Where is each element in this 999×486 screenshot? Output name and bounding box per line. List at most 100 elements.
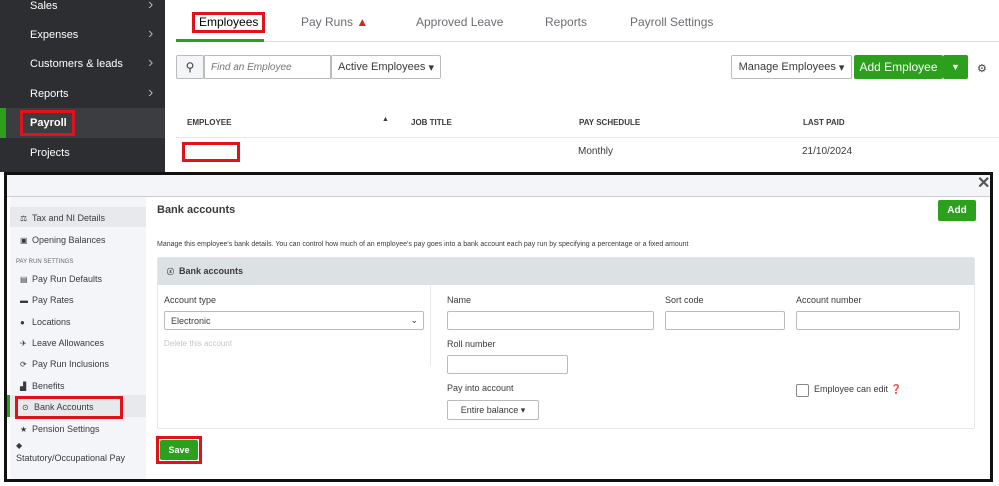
highlight-box <box>192 12 265 33</box>
roll-number-input[interactable] <box>447 355 568 374</box>
col-job-title[interactable]: JOB TITLE <box>411 118 452 127</box>
sort-code-input[interactable] <box>665 311 785 330</box>
add-employee-button[interactable]: Add Employee <box>854 55 943 79</box>
nav-reports[interactable]: Reports <box>30 88 69 100</box>
sidebar-item-pay-run-defaults[interactable]: ▤ Pay Run Defaults <box>20 274 102 284</box>
highlight-box <box>20 110 75 136</box>
wallet-icon: ▣ <box>20 236 28 245</box>
chevron-right-icon: › <box>148 0 154 13</box>
highlight-box <box>182 142 240 162</box>
tab-reports[interactable]: Reports <box>545 15 587 29</box>
chevron-down-icon: ⌄ <box>410 315 418 325</box>
select-value: Electronic <box>171 316 211 326</box>
tab-approved-leave[interactable]: Approved Leave <box>416 15 503 29</box>
checkbox-label: Employee can edit <box>814 384 889 394</box>
item-label: Pension Settings <box>32 424 100 434</box>
chart-icon: ▟ <box>20 382 27 391</box>
item-label: Benefits <box>32 381 65 391</box>
gear-icon[interactable]: ⚙ <box>977 62 987 75</box>
nav-expenses[interactable]: Expenses <box>30 29 78 41</box>
highlight-box <box>15 396 123 419</box>
sidebar-item-statutory[interactable]: ◆ Statutory/Occupational Pay <box>16 440 136 464</box>
pay-into-label: Pay into account <box>447 383 514 393</box>
tag-icon: ◆ <box>16 441 23 450</box>
item-label: Pay Rates <box>32 295 74 305</box>
tab-payroll-settings[interactable]: Payroll Settings <box>630 15 713 29</box>
modal-header <box>7 175 990 197</box>
cell-pay-schedule: Monthly <box>578 146 614 157</box>
close-icon[interactable]: ✕ <box>977 173 990 193</box>
panel-title: ⓢ Bank accounts <box>167 266 243 277</box>
cell-last-paid: 21/10/2024 <box>802 146 853 157</box>
filter-label: Active Employees <box>337 61 426 73</box>
nav-projects[interactable]: Projects <box>30 147 70 159</box>
name-input[interactable] <box>447 311 654 330</box>
employee-can-edit-checkbox[interactable] <box>796 384 809 397</box>
item-label: Leave Allowances <box>32 338 105 348</box>
add-button[interactable]: Add <box>938 200 976 221</box>
nav-customers[interactable]: Customers & leads <box>30 58 123 70</box>
refresh-icon: ⟳ <box>20 360 27 369</box>
account-type-select[interactable]: Electronic ⌄ <box>164 311 424 330</box>
sort-code-label: Sort code <box>665 295 704 305</box>
sidebar-item-opening-balances[interactable]: ▣ Opening Balances <box>20 235 106 245</box>
active-tab-underline <box>176 39 264 42</box>
bank-icon: ⓢ <box>167 269 174 276</box>
modal-title: Bank accounts <box>157 204 236 216</box>
active-employees-filter[interactable]: Active Employees ▾ <box>331 55 441 79</box>
column-divider <box>430 286 431 366</box>
search-input[interactable] <box>204 55 331 79</box>
sidebar-item-locations[interactable]: ● Locations <box>20 317 71 327</box>
manage-employees-button[interactable]: Manage Employees ▾ <box>731 55 852 79</box>
item-label: Tax and NI Details <box>32 213 106 223</box>
col-pay-schedule[interactable]: PAY SCHEDULE <box>579 118 640 127</box>
tab-label: Pay Runs <box>301 15 354 29</box>
add-employee-dropdown[interactable]: ▼ <box>943 55 968 79</box>
nav-sales[interactable]: Sales <box>30 0 58 12</box>
tabs-divider <box>176 41 999 42</box>
calendar-icon: ▤ <box>20 275 28 284</box>
delete-account-link[interactable]: Delete this account <box>164 339 232 348</box>
search-icon[interactable]: ⚲ <box>176 55 204 79</box>
pay-into-dropdown[interactable]: Entire balance ▾ <box>447 400 539 420</box>
item-label: Pay Run Inclusions <box>32 359 110 369</box>
chevron-right-icon: › <box>148 54 154 71</box>
sidebar-item-benefits[interactable]: ▟ Benefits <box>20 381 65 391</box>
active-indicator <box>7 395 10 417</box>
active-indicator <box>0 108 6 138</box>
sidebar-item-leave-allowances[interactable]: ✈ Leave Allowances <box>20 338 104 348</box>
sidebar-item-pay-rates[interactable]: ▬ Pay Rates <box>20 295 74 305</box>
chevron-right-icon: › <box>148 84 154 101</box>
warning-icon: ▲ <box>356 15 369 29</box>
description: Manage this employee's bank details. You… <box>157 241 689 248</box>
scales-icon: ⚖ <box>20 214 28 223</box>
star-icon: ★ <box>20 425 28 434</box>
sidebar-item-pension[interactable]: ★ Pension Settings <box>20 424 100 434</box>
tab-pay-runs[interactable]: Pay Runs ▲ <box>301 15 368 29</box>
money-icon: ▬ <box>20 296 28 305</box>
col-employee[interactable]: EMPLOYEE <box>187 118 231 127</box>
item-label: Locations <box>32 317 71 327</box>
dropdown-value: Entire balance <box>460 405 519 415</box>
col-last-paid[interactable]: LAST PAID <box>803 118 845 127</box>
header-divider <box>176 137 999 138</box>
chevron-right-icon: › <box>148 25 154 42</box>
bank-account-panel: ⓢ Bank accounts Account type Electronic ⌄… <box>157 257 975 429</box>
account-type-label: Account type <box>164 295 217 305</box>
sidebar-item-tax[interactable]: ⚖ Tax and NI Details <box>20 213 105 223</box>
manage-label: Manage Employees <box>738 61 836 73</box>
help-icon[interactable]: ❓ <box>891 384 902 394</box>
name-label: Name <box>447 295 472 305</box>
globe-icon: ● <box>20 318 25 327</box>
sidebar-item-pay-run-inclusions[interactable]: ⟳ Pay Run Inclusions <box>20 359 109 369</box>
modal-sidebar: ⚖ Tax and NI Details ▣ Opening Balances PA… <box>7 197 146 479</box>
account-number-input[interactable] <box>796 311 960 330</box>
item-label: Opening Balances <box>32 235 106 245</box>
section-heading: PAY RUN SETTINGS <box>16 259 74 265</box>
bank-accounts-modal: ✕ ⚖ Tax and NI Details ▣ Opening Balances … <box>4 172 993 482</box>
highlight-box <box>156 436 202 464</box>
account-number-label: Account number <box>796 295 862 305</box>
panel-title-text: Bank accounts <box>179 266 244 276</box>
sort-icon[interactable]: ▲ <box>382 116 389 123</box>
roll-number-label: Roll number <box>447 339 496 349</box>
